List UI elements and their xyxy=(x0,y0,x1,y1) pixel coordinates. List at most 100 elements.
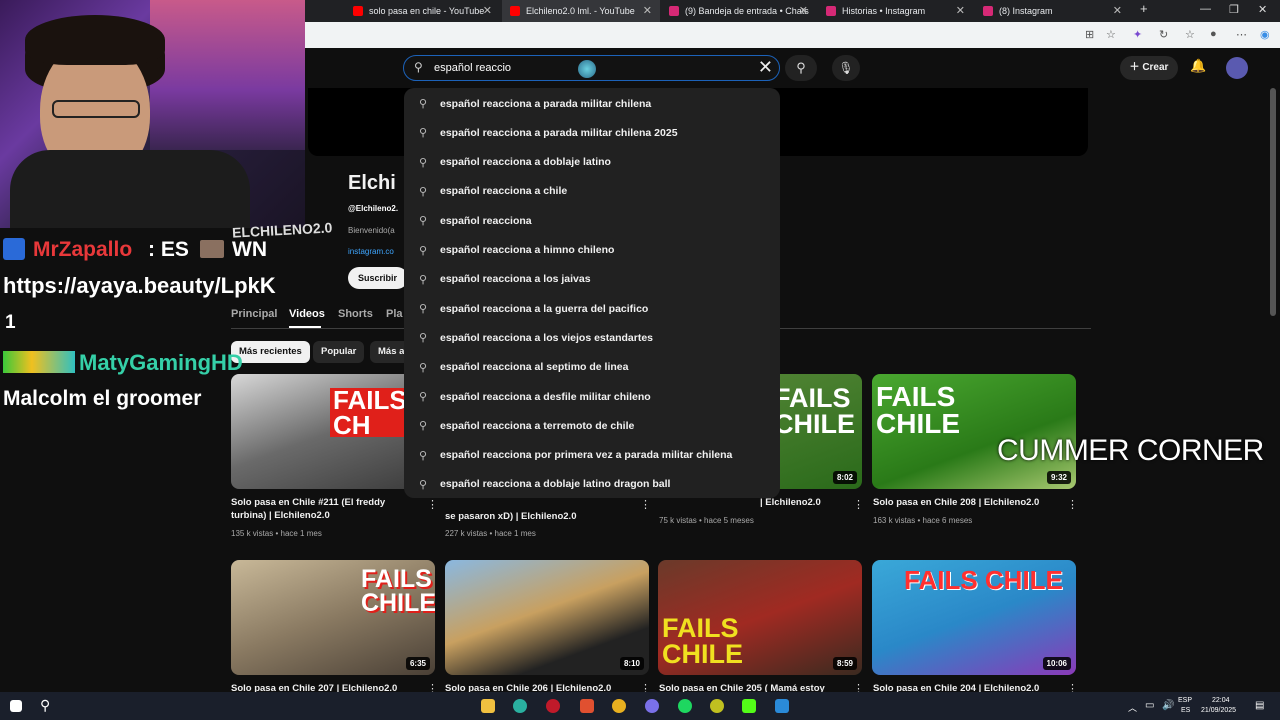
search-suggestion-item[interactable]: ⚲ español reacciona xyxy=(404,206,780,235)
network-icon[interactable]: ▭ xyxy=(1145,700,1154,711)
search-suggestions: ⚲ español reacciona a parada militar chil… xyxy=(404,88,780,498)
video-menu-icon[interactable]: ⋮ xyxy=(427,498,438,511)
video-thumbnail[interactable]: FAILS CHILE 6:35 xyxy=(231,560,435,675)
notification-icon[interactable]: ▤ xyxy=(1255,700,1264,711)
video-thumbnail[interactable]: FAILS CHILE 8:59 xyxy=(658,560,862,675)
profile-icon[interactable]: ● xyxy=(1210,28,1217,40)
chat-message: : ES xyxy=(148,238,189,261)
thumbnail-text: FAILS CHILE xyxy=(361,565,435,617)
search-suggestion-item[interactable]: ⚲ español reacciona por primera vez a par… xyxy=(404,441,780,470)
app-icon[interactable] xyxy=(775,699,789,713)
browser-tab[interactable]: (9) Bandeja de entrada • Chats ✕ xyxy=(661,0,816,22)
voice-search-button[interactable]: 🎙 xyxy=(832,55,860,81)
close-tab-icon[interactable]: ✕ xyxy=(483,4,492,17)
copilot-icon[interactable]: ◉ xyxy=(1260,28,1270,41)
video-menu-icon[interactable]: ⋮ xyxy=(1067,498,1078,511)
clock-time[interactable]: 22:04 xyxy=(1212,697,1230,704)
subscribe-button[interactable]: Suscribir xyxy=(348,267,408,289)
star-icon[interactable]: ☆ xyxy=(1106,28,1116,41)
chat-message: WN xyxy=(232,238,267,261)
search-suggestion-item[interactable]: ⚲ español reacciona al septimo de linea xyxy=(404,353,780,382)
search-suggestion-item[interactable]: ⚲ español reacciona a la guerra del pacif… xyxy=(404,294,780,323)
chip-most-recent[interactable]: Más recientes xyxy=(231,341,310,363)
webcam-person-glasses xyxy=(52,100,140,118)
browser-tab[interactable]: Historias • Instagram ✕ xyxy=(818,0,973,22)
search-suggestion-item[interactable]: ⚲ español reacciona a terremoto de chile xyxy=(404,411,780,440)
search-suggestion-item[interactable]: ⚲ español reacciona a himno chileno xyxy=(404,236,780,265)
favorites-icon[interactable]: ☆ xyxy=(1185,28,1195,41)
video-menu-icon[interactable]: ⋮ xyxy=(640,498,651,511)
browser-tab-active[interactable]: Elchileno2.0 lml. - YouTube ✕ xyxy=(502,0,660,22)
edge-icon[interactable] xyxy=(513,699,527,713)
search-suggestion-item[interactable]: ⚲ español reacciona a doblaje latino xyxy=(404,148,780,177)
tab-principal[interactable]: Principal xyxy=(231,308,277,320)
extension-icon[interactable]: ✦ xyxy=(1133,28,1142,41)
notifications-bell-icon[interactable]: 🔔 xyxy=(1190,58,1206,74)
search-suggestion-item[interactable]: ⚲ español reacciona a chile xyxy=(404,177,780,206)
tab-underline xyxy=(289,326,321,328)
kick-icon[interactable] xyxy=(742,699,756,713)
webcam-person-shirt xyxy=(10,150,250,228)
video-title[interactable]: Solo pasa en Chile #211 (El freddy turbi… xyxy=(231,496,411,522)
video-title[interactable]: se pasaron xD) | Elchileno2.0 xyxy=(445,510,625,523)
tab-videos[interactable]: Videos xyxy=(289,308,325,320)
search-icon: ⚲ xyxy=(419,185,428,198)
search-suggestion-item[interactable]: ⚲ español reacciona a parada militar chil… xyxy=(404,118,780,147)
scrollbar[interactable] xyxy=(1270,88,1276,316)
file-explorer-icon[interactable] xyxy=(481,699,495,713)
refresh-icon[interactable]: ↻ xyxy=(1159,28,1168,41)
tab-shorts[interactable]: Shorts xyxy=(338,308,373,320)
video-thumbnail[interactable]: FAILS CHILE 9:32 xyxy=(872,374,1076,489)
close-tab-icon[interactable]: ✕ xyxy=(1113,4,1122,17)
create-button[interactable]: ＋ Crear xyxy=(1120,56,1178,80)
opera-icon[interactable] xyxy=(546,699,560,713)
channel-link[interactable]: instagram.co xyxy=(348,247,394,256)
search-suggestion-item[interactable]: ⚲ español reacciona a los jaivas xyxy=(404,265,780,294)
video-thumbnail[interactable]: 8:10 xyxy=(445,560,649,675)
suggestion-text: español reacciona a los viejos estandart… xyxy=(440,331,654,344)
close-tab-icon[interactable]: ✕ xyxy=(643,4,652,17)
restore-icon[interactable]: ❐ xyxy=(1229,3,1239,16)
search-suggestion-item[interactable]: ⚲ español reacciona a doblaje latino drag… xyxy=(404,470,780,499)
new-tab-button[interactable]: + xyxy=(1140,1,1148,16)
tab-playlists[interactable]: Pla xyxy=(386,308,403,320)
chat-icon xyxy=(3,238,25,260)
minimize-icon[interactable]: — xyxy=(1200,3,1211,15)
thumbnail-text: FAILS CHILE xyxy=(904,565,1063,595)
keyboard-language[interactable]: ESP xyxy=(1178,697,1192,704)
channel-description[interactable]: Bienvenido(a xyxy=(348,226,395,235)
menu-dots-icon[interactable]: ⋯ xyxy=(1236,28,1247,41)
browser-tab[interactable]: (8) Instagram ✕ xyxy=(975,0,1130,22)
clock-date[interactable]: 21/09/2025 xyxy=(1201,707,1236,714)
windows-start-icon[interactable] xyxy=(10,700,22,712)
video-title[interactable]: Solo pasa en Chile 208 | Elchileno2.0 xyxy=(873,496,1053,509)
search-suggestion-item[interactable]: ⚲ español reacciona a los viejos estandar… xyxy=(404,323,780,352)
clear-search-icon[interactable]: ✕ xyxy=(758,57,773,78)
video-menu-icon[interactable]: ⋮ xyxy=(853,498,864,511)
chip-popular[interactable]: Popular xyxy=(313,341,365,363)
tray-chevron-icon[interactable]: ︿ xyxy=(1128,701,1137,714)
search-suggestion-item[interactable]: ⚲ español reacciona a desfile militar chi… xyxy=(404,382,780,411)
youtube-favicon-icon xyxy=(510,6,520,16)
browser-tab[interactable]: solo pasa en chile - YouTube ✕ xyxy=(345,0,500,22)
search-suggestion-item[interactable]: ⚲ español reacciona a parada militar chil… xyxy=(404,89,780,118)
close-tab-icon[interactable]: ✕ xyxy=(956,4,965,17)
close-tab-icon[interactable]: ✕ xyxy=(799,4,808,17)
chrome-icon[interactable] xyxy=(612,699,626,713)
volume-icon[interactable]: 🔊 xyxy=(1162,700,1174,711)
taskbar-search-icon[interactable]: ⚲ xyxy=(40,697,50,714)
suggestion-text: español reacciona a terremoto de chile xyxy=(440,419,635,432)
app-icon[interactable] xyxy=(580,699,594,713)
app-icon[interactable] xyxy=(710,699,724,713)
extensions-icon[interactable]: ⊞ xyxy=(1085,28,1094,41)
spotify-icon[interactable] xyxy=(678,699,692,713)
video-thumbnail[interactable]: FAILS CHILE 10:06 xyxy=(872,560,1076,675)
search-icon: ⚲ xyxy=(419,98,428,110)
video-duration: 8:10 xyxy=(619,657,644,670)
avatar[interactable] xyxy=(1226,57,1248,79)
search-icon: ⚲ xyxy=(419,391,428,403)
discord-icon[interactable] xyxy=(645,699,659,713)
suggestion-text: español reacciona a desfile militar chil… xyxy=(440,390,651,403)
search-button[interactable]: ⚲ xyxy=(785,55,817,81)
close-window-icon[interactable]: ✕ xyxy=(1258,3,1267,16)
